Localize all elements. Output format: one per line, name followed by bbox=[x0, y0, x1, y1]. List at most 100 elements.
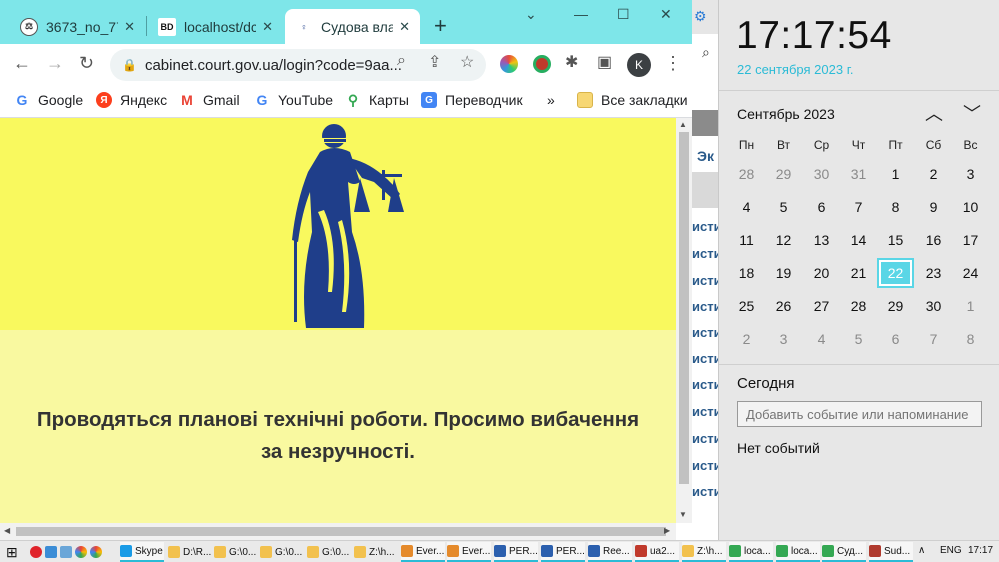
taskbar-app-button[interactable]: Ever... bbox=[447, 542, 491, 562]
calendar-day[interactable]: 29 bbox=[877, 291, 914, 321]
calendar-day[interactable]: 16 bbox=[915, 225, 952, 255]
taskbar-app-button[interactable]: ua2... bbox=[635, 542, 679, 562]
share-icon[interactable]: ⇪ bbox=[428, 52, 441, 72]
taskbar-app-button[interactable]: Z:\h... bbox=[354, 542, 398, 562]
calendar-month[interactable]: Сентябрь 2023 bbox=[737, 106, 835, 122]
close-icon[interactable]: ✕ bbox=[399, 19, 410, 35]
forward-icon[interactable]: → bbox=[46, 53, 64, 74]
gear-icon[interactable]: ⚙ bbox=[694, 8, 707, 25]
chevron-up-icon[interactable]: ∧ bbox=[918, 545, 925, 556]
tab-2[interactable]: BD localhost/dc ✕ bbox=[148, 9, 283, 44]
desktop-icon[interactable] bbox=[45, 546, 57, 558]
bookmarks-overflow-button[interactable]: » bbox=[547, 92, 555, 108]
taskbar-app-button[interactable]: loca... bbox=[729, 542, 773, 562]
back-icon[interactable]: ← bbox=[13, 53, 31, 74]
calendar-day[interactable]: 27 bbox=[803, 291, 840, 321]
tab-1[interactable]: ⚖ 3673_no_77 ✕ bbox=[10, 9, 145, 44]
side-panel-icon[interactable]: ▣ bbox=[597, 52, 612, 72]
tab-3-active[interactable]: ♀ Судова вла ✕ bbox=[285, 9, 420, 44]
calendar-day[interactable]: 9 bbox=[915, 192, 952, 222]
calendar-day[interactable]: 2 bbox=[728, 324, 765, 354]
list-item[interactable]: исти bbox=[692, 325, 718, 340]
calendar-day[interactable]: 29 bbox=[765, 159, 802, 189]
calendar-day[interactable]: 11 bbox=[728, 225, 765, 255]
calendar-day[interactable]: 5 bbox=[765, 192, 802, 222]
calendar-day[interactable]: 30 bbox=[915, 291, 952, 321]
maximize-icon[interactable]: ☐ bbox=[617, 6, 630, 23]
bookmark-yandex[interactable]: Я Яндекс bbox=[96, 92, 167, 108]
language-indicator[interactable]: ENG bbox=[940, 545, 962, 556]
bookmark-star-icon[interactable]: ☆ bbox=[460, 52, 474, 72]
zoom-search-icon[interactable]: ⌕ bbox=[397, 52, 406, 70]
chevron-down-icon[interactable]: ﹀ bbox=[963, 100, 981, 126]
calendar-day[interactable]: 14 bbox=[840, 225, 877, 255]
calendar-day[interactable]: 1 bbox=[952, 291, 989, 321]
bookmark-maps[interactable]: ⚲ Карты bbox=[345, 92, 409, 108]
scroll-thumb[interactable] bbox=[679, 132, 689, 484]
bookmark-translate[interactable]: G Переводчик bbox=[421, 92, 523, 108]
calendar-day-today[interactable]: 22 bbox=[877, 258, 914, 288]
calendar-day[interactable]: 26 bbox=[765, 291, 802, 321]
taskbar-app-button[interactable]: G:\0... bbox=[260, 542, 304, 562]
calendar-day[interactable]: 7 bbox=[840, 192, 877, 222]
calendar-day[interactable]: 21 bbox=[840, 258, 877, 288]
search-icon[interactable]: ⌕ bbox=[702, 44, 710, 61]
list-item[interactable]: исти bbox=[692, 299, 718, 314]
close-window-icon[interactable]: ✕ bbox=[660, 6, 672, 23]
chrome-icon[interactable] bbox=[75, 546, 87, 558]
chrome-icon[interactable] bbox=[90, 546, 102, 558]
taskbar-app-button[interactable]: PER... bbox=[541, 542, 585, 562]
list-item[interactable]: исти bbox=[692, 458, 718, 473]
taskbar-app-button[interactable]: D:\R... bbox=[168, 542, 212, 562]
calendar-day[interactable]: 12 bbox=[765, 225, 802, 255]
all-bookmarks[interactable]: Все закладки bbox=[577, 92, 688, 108]
list-item[interactable]: исти bbox=[692, 431, 718, 446]
calendar-day[interactable]: 4 bbox=[803, 324, 840, 354]
opera-icon[interactable] bbox=[30, 546, 42, 558]
taskbar-app-button[interactable]: Ever... bbox=[401, 542, 445, 562]
scroll-up-icon[interactable]: ▲ bbox=[679, 120, 687, 129]
planet-extension-icon[interactable] bbox=[533, 55, 551, 73]
calendar-day[interactable]: 23 bbox=[915, 258, 952, 288]
calendar-day[interactable]: 8 bbox=[952, 324, 989, 354]
calendar-day[interactable]: 17 bbox=[952, 225, 989, 255]
horizontal-scrollbar[interactable]: ◀ ▶ bbox=[0, 523, 676, 540]
vertical-scrollbar[interactable]: ▲ ▼ bbox=[676, 118, 692, 523]
scroll-right-icon[interactable]: ▶ bbox=[664, 526, 670, 535]
calendar-day[interactable]: 7 bbox=[915, 324, 952, 354]
calendar-day[interactable]: 18 bbox=[728, 258, 765, 288]
taskbar-clock[interactable]: 17:17 bbox=[968, 545, 993, 556]
calendar-day[interactable]: 2 bbox=[915, 159, 952, 189]
calendar-day[interactable]: 30 bbox=[803, 159, 840, 189]
profile-avatar[interactable]: K bbox=[627, 53, 651, 77]
calendar-day[interactable]: 19 bbox=[765, 258, 802, 288]
list-item[interactable]: исти bbox=[692, 404, 718, 419]
menu-kebab-icon[interactable]: ⋮ bbox=[664, 53, 682, 74]
calendar-day[interactable]: 3 bbox=[952, 159, 989, 189]
taskbar-app-button[interactable]: Sud... bbox=[869, 542, 913, 562]
minimize-icon[interactable]: — bbox=[574, 6, 588, 22]
explorer-icon[interactable] bbox=[60, 546, 72, 558]
calendar-day[interactable]: 15 bbox=[877, 225, 914, 255]
start-button[interactable]: ⊞ bbox=[6, 542, 18, 562]
bookmark-gmail[interactable]: M Gmail bbox=[179, 92, 240, 108]
calendar-day[interactable]: 8 bbox=[877, 192, 914, 222]
calendar-day[interactable]: 13 bbox=[803, 225, 840, 255]
calendar-day[interactable]: 5 bbox=[840, 324, 877, 354]
calendar-day[interactable]: 1 bbox=[877, 159, 914, 189]
taskbar-app-button[interactable]: Skype bbox=[120, 542, 164, 562]
calendar-day[interactable]: 25 bbox=[728, 291, 765, 321]
calendar-day[interactable]: 28 bbox=[728, 159, 765, 189]
new-tab-button[interactable]: + bbox=[434, 13, 447, 39]
taskbar-app-button[interactable]: loca... bbox=[776, 542, 820, 562]
list-item[interactable]: исти bbox=[692, 246, 718, 261]
scroll-thumb[interactable] bbox=[16, 527, 666, 536]
taskbar-app-button[interactable]: Суд... bbox=[822, 542, 866, 562]
calendar-day[interactable]: 6 bbox=[877, 324, 914, 354]
close-icon[interactable]: ✕ bbox=[124, 19, 135, 35]
clock-date[interactable]: 22 сентября 2023 г. bbox=[737, 62, 853, 77]
taskbar-app-button[interactable]: G:\0... bbox=[307, 542, 351, 562]
taskbar-app-button[interactable]: Z:\h... bbox=[682, 542, 726, 562]
list-item[interactable]: исти bbox=[692, 484, 718, 499]
calendar-day[interactable]: 4 bbox=[728, 192, 765, 222]
